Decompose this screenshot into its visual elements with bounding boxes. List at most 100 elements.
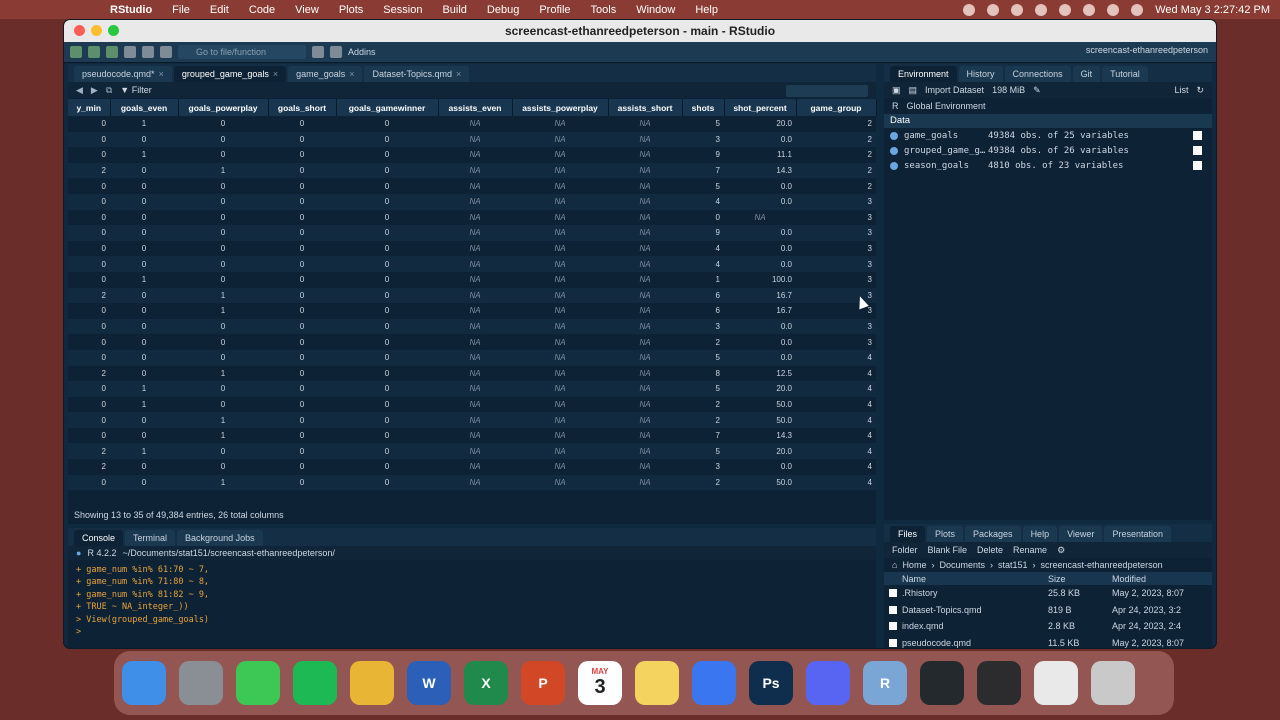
dock-discord-icon[interactable]	[806, 661, 850, 705]
tab-console[interactable]: Console	[74, 530, 124, 546]
file-row[interactable]: index.qmd 2.8 KB Apr 24, 2023, 2:4	[884, 618, 1212, 635]
refresh-icon[interactable]: ↻	[1196, 85, 1204, 96]
grid-icon[interactable]	[330, 46, 342, 58]
table-row[interactable]: 0 1 0 0 0 NA NA NA 1 100.0 3	[68, 271, 876, 288]
popout-icon[interactable]: ⧉	[106, 85, 112, 96]
battery-icon[interactable]	[1083, 3, 1096, 16]
table-row[interactable]: 0 0 0 0 0 NA NA NA 4 0.0 3	[68, 193, 876, 210]
scope-select[interactable]: Global Environment	[907, 101, 986, 111]
menu-file[interactable]: File	[162, 4, 200, 16]
table-row[interactable]: 0 0 0 0 0 NA NA NA 4 0.0 3	[68, 240, 876, 257]
blank-file-button[interactable]: Blank File	[928, 545, 968, 555]
cloud-icon[interactable]	[987, 3, 1000, 16]
tab-game-goals[interactable]: game_goals ×	[288, 66, 363, 82]
tab-git[interactable]: Git	[1072, 66, 1101, 82]
tab-connections[interactable]: Connections	[1004, 66, 1071, 82]
rename-button[interactable]: Rename	[1013, 545, 1047, 555]
table-row[interactable]: 0 0 0 0 0 NA NA NA 3 0.0 3	[68, 318, 876, 335]
menu-window[interactable]: Window	[626, 4, 685, 16]
view-mode-select[interactable]: List	[1174, 85, 1188, 95]
breadcrumb-project[interactable]: screencast-ethanreedpeterson	[1041, 560, 1163, 570]
print-icon[interactable]	[160, 46, 172, 58]
menu-plots[interactable]: Plots	[329, 4, 373, 16]
new-folder-button[interactable]: Folder	[892, 545, 918, 555]
table-row[interactable]: 0 1 0 0 0 NA NA NA 9 11.1 2	[68, 147, 876, 163]
language-select[interactable]: R	[892, 101, 899, 111]
dock-powerpoint-icon[interactable]: P	[521, 661, 565, 705]
file-row[interactable]: pseudocode.qmd 11.5 KB May 2, 2023, 8:07	[884, 635, 1212, 649]
tab-help[interactable]: Help	[1022, 526, 1058, 542]
column-header[interactable]: goals_even	[110, 99, 179, 116]
dock-excel-icon[interactable]: X	[464, 661, 508, 705]
forward-arrow-icon[interactable]: ▶	[91, 85, 98, 96]
record-icon[interactable]	[963, 3, 976, 16]
delete-button[interactable]: Delete	[977, 545, 1003, 555]
table-row[interactable]: 0 0 0 0 0 NA NA NA 2 0.0 3	[68, 334, 876, 350]
close-window-icon[interactable]	[74, 25, 85, 36]
dock-finder-icon[interactable]	[122, 661, 166, 705]
dock-signal-icon[interactable]	[692, 661, 736, 705]
menu-debug[interactable]: Debug	[477, 4, 529, 16]
goto-file-input[interactable]: Go to file/function	[178, 45, 306, 59]
expand-icon[interactable]	[890, 161, 898, 170]
tab-dataset-topics[interactable]: Dataset-Topics.qmd ×	[364, 66, 470, 82]
broom-icon[interactable]: ✎	[1033, 85, 1041, 96]
menu-code[interactable]: Code	[239, 4, 285, 16]
bluetooth-icon[interactable]	[1059, 3, 1072, 16]
table-row[interactable]: 2 0 1 0 0 NA NA NA 7 14.3 2	[68, 162, 876, 179]
wifi-icon[interactable]	[1107, 3, 1120, 16]
dock-chrome-icon[interactable]	[350, 661, 394, 705]
column-header[interactable]: assists_powerplay	[512, 99, 609, 116]
dock-spotify-icon[interactable]	[293, 661, 337, 705]
column-header[interactable]: goals_gamewinner	[336, 99, 439, 116]
tab-presentation[interactable]: Presentation	[1104, 526, 1171, 542]
env-item[interactable]: season_goals 4810 obs. of 23 variables	[884, 158, 1212, 173]
checkbox[interactable]	[889, 589, 897, 598]
table-row[interactable]: 0 1 0 0 0 NA NA NA 5 20.0 2	[68, 116, 876, 132]
file-row[interactable]: .Rhistory 25.8 KB May 2, 2023, 8:07	[884, 585, 1212, 602]
tab-tutorial[interactable]: Tutorial	[1102, 66, 1148, 82]
tab-files[interactable]: Files	[890, 526, 926, 542]
table-row[interactable]: 0 1 0 0 0 NA NA NA 2 50.0 4	[68, 396, 876, 413]
tab-environment[interactable]: Environment	[890, 66, 957, 82]
tab-grouped-game-goals[interactable]: grouped_game_goals ×	[173, 66, 287, 82]
play-icon[interactable]	[1011, 3, 1024, 16]
breadcrumb-home[interactable]: Home	[902, 560, 926, 570]
env-item[interactable]: grouped_game_g… 49384 obs. of 26 variabl…	[884, 143, 1212, 158]
menu-edit[interactable]: Edit	[200, 4, 239, 16]
memory-usage[interactable]: 198 MiB	[992, 85, 1025, 95]
dock-trash-icon[interactable]	[1091, 661, 1135, 705]
git-icon[interactable]	[312, 46, 324, 58]
close-tab-icon[interactable]: ×	[159, 69, 164, 79]
new-project-icon[interactable]	[88, 46, 100, 58]
view-table-icon[interactable]	[1193, 131, 1202, 140]
table-row[interactable]: 0 0 0 0 0 NA NA NA 5 0.0 2	[68, 178, 876, 194]
pen-icon[interactable]	[1035, 3, 1048, 16]
env-item[interactable]: game_goals 49384 obs. of 25 variables	[884, 128, 1212, 143]
column-header[interactable]: game_group	[796, 99, 877, 116]
breadcrumb-stat151[interactable]: stat151	[998, 560, 1028, 570]
console-output[interactable]: + game_num %in% 61:70 ~ 7, + game_num %i…	[68, 560, 876, 642]
dock-photoshop-icon[interactable]: Ps	[749, 661, 793, 705]
dock-calendar-icon[interactable]: MAY 3	[578, 661, 622, 705]
column-header[interactable]: assists_short	[608, 99, 683, 116]
close-tab-icon[interactable]: ×	[273, 69, 278, 79]
table-row[interactable]: 0 0 0 0 0 NA NA NA 4 0.0 3	[68, 256, 876, 272]
sort-by-size[interactable]: Size	[1048, 574, 1112, 584]
table-row[interactable]: 0 0 0 0 0 NA NA NA 9 0.0 3	[68, 225, 876, 241]
menu-help[interactable]: Help	[685, 4, 728, 16]
table-row[interactable]: 2 1 0 0 0 NA NA NA 5 20.0 4	[68, 443, 876, 460]
table-row[interactable]: 0 0 0 0 0 NA NA NA 5 0.0 4	[68, 349, 876, 366]
checkbox[interactable]	[889, 638, 897, 647]
sort-by-modified[interactable]: Modified	[1112, 574, 1192, 584]
view-table-icon[interactable]	[1193, 146, 1202, 155]
dock-messages-icon[interactable]	[236, 661, 280, 705]
dock-rstudio-icon[interactable]: R	[863, 661, 907, 705]
sort-by-name[interactable]: Name	[902, 574, 1048, 584]
save-workspace-icon[interactable]: ▤	[909, 85, 918, 96]
menu-profile[interactable]: Profile	[529, 4, 580, 16]
view-table-icon[interactable]	[1193, 161, 1202, 170]
working-directory[interactable]: ~/Documents/stat151/screencast-ethanreed…	[122, 548, 334, 558]
table-row[interactable]: 0 1 0 0 0 NA NA NA 5 20.0 4	[68, 381, 876, 397]
project-menu[interactable]: screencast-ethanreedpeterson	[1086, 45, 1208, 55]
